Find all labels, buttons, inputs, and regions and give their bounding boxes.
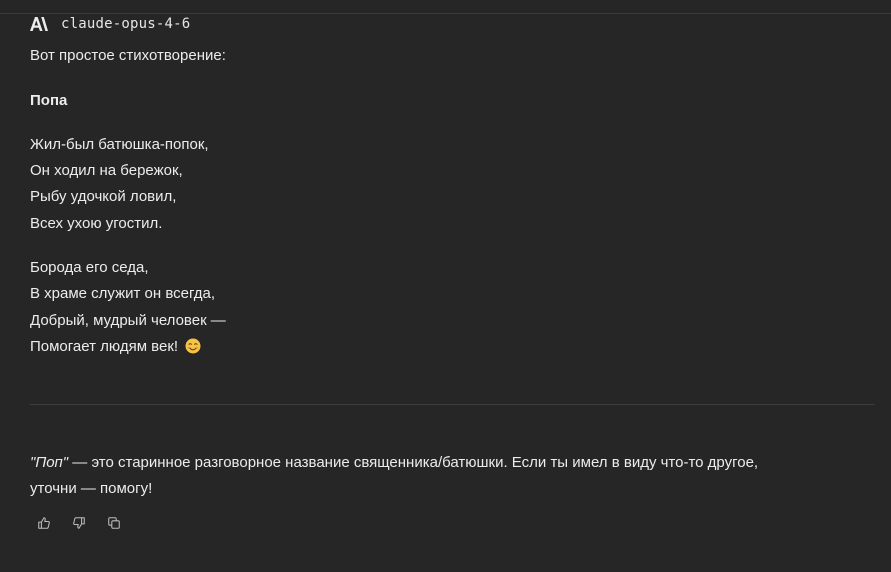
message-actions — [36, 515, 121, 530]
copy-icon[interactable] — [106, 515, 121, 530]
anthropic-logo-icon — [30, 17, 48, 31]
note-term: "Поп" — [30, 454, 69, 471]
poem-line: Борода его седа, — [30, 259, 149, 276]
poem-line: Жил-был батюшка-попок, — [30, 136, 209, 153]
model-header: claude-opus-4-6 — [30, 15, 190, 33]
note-line: "Поп" — это старинное разговорное назван… — [30, 453, 758, 473]
intro-text: Вот простое стихотворение: — [30, 47, 226, 64]
poem-last-line: Помогает людям век! — [30, 337, 201, 357]
poem-line: Всех ухою угостил. — [30, 215, 163, 232]
section-divider — [30, 404, 875, 405]
poem-line: Рыбу удочкой ловил, — [30, 188, 177, 205]
thumbs-down-icon[interactable] — [71, 515, 86, 530]
top-divider — [0, 13, 891, 14]
thumbs-up-icon[interactable] — [36, 515, 51, 530]
note-text: — это старинное разговорное название свя… — [68, 454, 759, 471]
poem-line-text: Помогает людям век! — [30, 338, 179, 355]
poem-line: Он ходил на бережок, — [30, 162, 183, 179]
note-line: уточни — помогу! — [30, 480, 153, 497]
poem-line: Добрый, мудрый человек — — [30, 312, 226, 329]
poem-line: В храме служит он всегда, — [30, 285, 216, 302]
smiling-face-emoji — [185, 338, 201, 354]
poem-title: Попа — [30, 92, 68, 109]
model-name: claude-opus-4-6 — [61, 16, 191, 32]
